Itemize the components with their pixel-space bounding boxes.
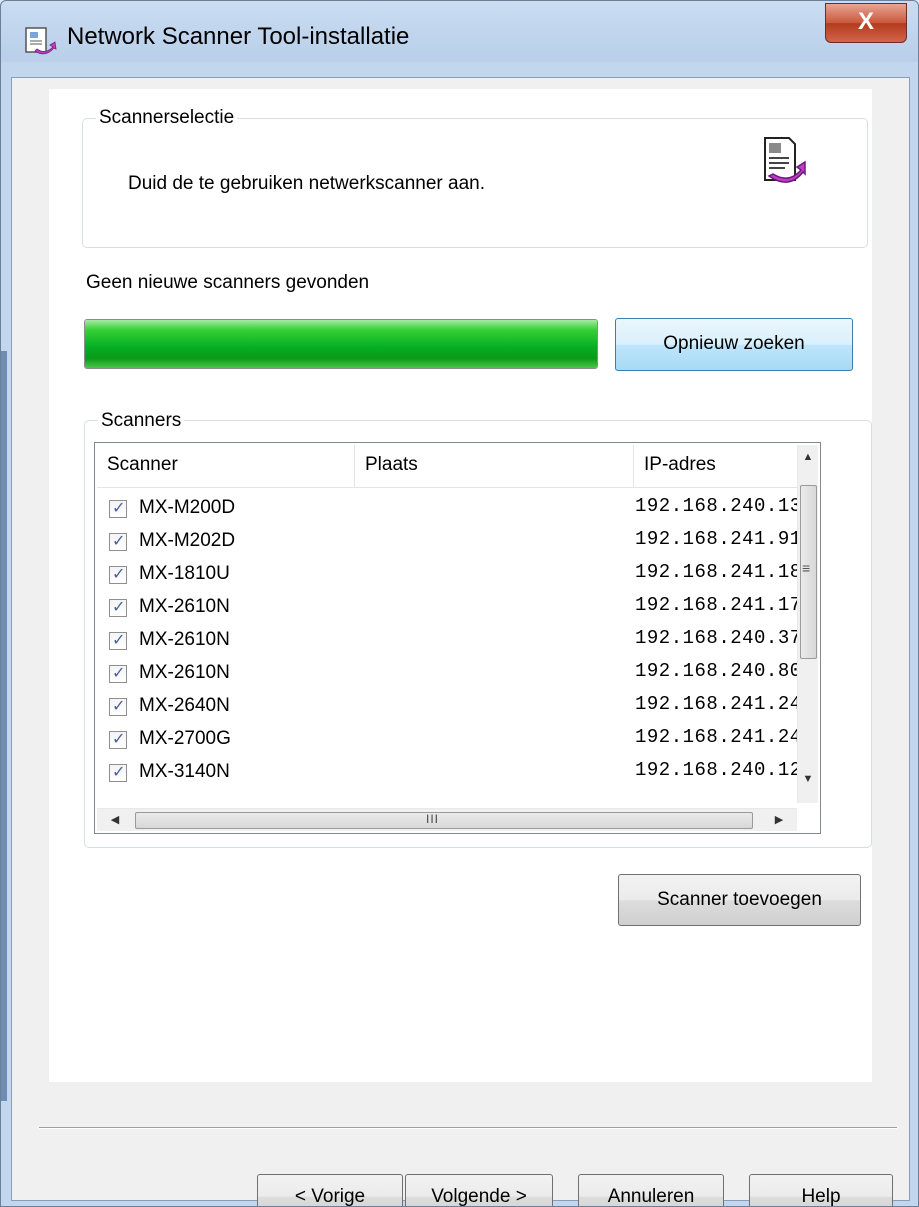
- scanner-name: MX-2610N: [139, 596, 230, 617]
- instruction-text: Duid de te gebruiken netwerkscanner aan.: [128, 173, 486, 194]
- next-button[interactable]: Volgende >: [405, 1174, 553, 1207]
- scanner-document-icon: [764, 137, 806, 183]
- scanner-ip: 192.168.241.91: [635, 528, 802, 550]
- table-row[interactable]: MX-2640N 192.168.241.24: [97, 691, 811, 724]
- wizard-page: Scannerselectie Duid de te gebruiken net…: [49, 89, 872, 1082]
- scanner-ip: 192.168.241.17: [635, 594, 802, 616]
- window-edge: [1, 351, 7, 1101]
- scanner-selection-title: Scannerselectie: [96, 107, 238, 129]
- table-row[interactable]: MX-1810U 192.168.241.18: [97, 559, 811, 592]
- scanner-ip: 192.168.240.80: [635, 660, 802, 682]
- table-row[interactable]: MX-2700G 192.168.241.24: [97, 724, 811, 757]
- scroll-up-icon[interactable]: ▲: [798, 451, 818, 463]
- scanner-checkbox[interactable]: [109, 696, 127, 716]
- scanner-ip: 192.168.241.24: [635, 726, 802, 748]
- scanner-list[interactable]: Scanner Plaats IP-adres MX-M200D 192.168.…: [94, 442, 821, 834]
- window-title: Network Scanner Tool-installatie: [67, 23, 410, 50]
- scanner-checkbox[interactable]: [109, 729, 127, 749]
- table-row[interactable]: MX-M202D 192.168.241.91: [97, 526, 811, 559]
- scroll-down-icon[interactable]: ▼: [798, 773, 818, 785]
- scanner-checkbox[interactable]: [109, 564, 127, 584]
- installer-window: Network Scanner Tool-installatie X Scann…: [0, 0, 919, 1207]
- column-header-scanner[interactable]: Scanner: [97, 445, 355, 487]
- scroll-right-icon[interactable]: ▶: [769, 813, 789, 826]
- scanner-name: MX-2640N: [139, 695, 230, 716]
- title-bar[interactable]: Network Scanner Tool-installatie X: [1, 1, 918, 77]
- table-row[interactable]: MX-3140N 192.168.240.12: [97, 757, 811, 787]
- close-icon: X: [857, 8, 874, 35]
- vertical-scrollbar[interactable]: ▲ ≡ ▼: [797, 445, 818, 803]
- table-row[interactable]: MX-2610N 192.168.241.17: [97, 592, 811, 625]
- search-again-button[interactable]: Opnieuw zoeken: [615, 318, 853, 371]
- scanners-group-title: Scanners: [98, 410, 185, 432]
- scanner-checkbox[interactable]: [109, 630, 127, 650]
- add-scanner-button[interactable]: Scanner toevoegen: [618, 874, 861, 926]
- scanner-checkbox[interactable]: [109, 663, 127, 683]
- scanner-ip: 192.168.241.18: [635, 561, 802, 583]
- scanner-checkbox[interactable]: [109, 597, 127, 617]
- scanner-name: MX-2700G: [139, 728, 231, 749]
- scroll-left-icon[interactable]: ◀: [105, 813, 125, 826]
- scanner-checkbox[interactable]: [109, 531, 127, 551]
- previous-label: < Vorige: [294, 1186, 366, 1207]
- horizontal-grip-icon: III: [426, 812, 440, 826]
- scanner-name: MX-M200D: [139, 497, 236, 518]
- table-row[interactable]: MX-M200D 192.168.240.13: [97, 493, 811, 526]
- scanner-checkbox[interactable]: [109, 498, 127, 518]
- scanner-name: MX-M202D: [139, 530, 236, 551]
- horizontal-scroll-thumb[interactable]: III: [135, 812, 753, 829]
- cancel-button[interactable]: Annuleren: [578, 1174, 724, 1207]
- footer-separator: [39, 1127, 897, 1129]
- column-header-location[interactable]: Plaats: [355, 445, 634, 487]
- vertical-scroll-thumb[interactable]: ≡: [800, 485, 817, 659]
- dialog-client: Scannerselectie Duid de te gebruiken net…: [11, 77, 910, 1206]
- scanner-name: MX-2610N: [139, 629, 230, 650]
- list-rows: MX-M200D 192.168.240.13 MX-M202D 192.168.24…: [97, 487, 811, 787]
- scanner-name: MX-1810U: [139, 563, 230, 584]
- close-button[interactable]: X: [825, 3, 907, 43]
- column-header-ip[interactable]: IP-adres: [634, 445, 814, 487]
- list-header: Scanner Plaats IP-adres: [97, 445, 811, 488]
- help-button[interactable]: Help: [749, 1174, 893, 1207]
- next-label: Volgende >: [431, 1186, 527, 1207]
- scanner-ip: 192.168.240.12: [635, 759, 802, 781]
- vertical-grip-icon: ≡: [802, 560, 811, 576]
- horizontal-scrollbar[interactable]: ◀ III ▶: [97, 808, 797, 831]
- scanner-ip: 192.168.240.13: [635, 495, 802, 517]
- scanner-name: MX-3140N: [139, 761, 230, 782]
- table-row[interactable]: MX-2610N 192.168.240.37: [97, 625, 811, 658]
- scanner-ip: 192.168.240.37: [635, 627, 802, 649]
- search-status-text: Geen nieuwe scanners gevonden: [86, 272, 370, 293]
- scanner-checkbox[interactable]: [109, 762, 127, 782]
- help-label: Help: [801, 1186, 841, 1207]
- search-progress-bar: [84, 319, 598, 369]
- table-row[interactable]: MX-2610N 192.168.240.80: [97, 658, 811, 691]
- cancel-label: Annuleren: [607, 1186, 695, 1207]
- app-icon: [25, 27, 57, 55]
- previous-button[interactable]: < Vorige: [257, 1174, 403, 1207]
- scanner-name: MX-2610N: [139, 662, 230, 683]
- progress-fill: [85, 320, 597, 368]
- add-scanner-label: Scanner toevoegen: [657, 889, 822, 910]
- search-again-label: Opnieuw zoeken: [663, 333, 805, 354]
- scanner-ip: 192.168.241.24: [635, 693, 802, 715]
